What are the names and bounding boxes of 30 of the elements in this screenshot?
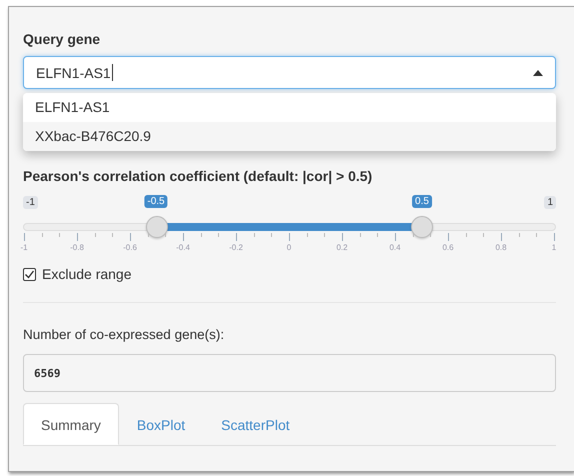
field-value: ELFN1-AS1	[36, 64, 111, 80]
field-label: Query gene	[23, 31, 102, 47]
dropdown-option[interactable]: XXbac-B476C20.9	[23, 122, 556, 151]
slider-handle[interactable]	[411, 216, 434, 238]
caret-up-icon	[533, 70, 543, 76]
tick-label: -1	[20, 243, 28, 252]
slider-label: Pearson's correlation coefficient (default: |cor| > 0.5)	[23, 168, 374, 184]
tick-label: -0.6	[123, 243, 137, 252]
dropdown-option[interactable]: ELFN1-AS1	[23, 93, 556, 122]
tick-label: 0.8	[495, 243, 507, 252]
output-label: Number of co-expressed gene(s):	[23, 327, 226, 342]
min-label: -1	[23, 196, 38, 209]
tick-label: -0.2	[229, 243, 243, 252]
handle-value-label: -0.5	[144, 195, 168, 208]
tick-label: -0.4	[176, 243, 190, 252]
tick-label: 1	[552, 243, 556, 252]
tick-label: 0.4	[389, 243, 401, 252]
tick-label: 0	[286, 243, 292, 252]
count-output: 6569	[23, 354, 556, 392]
slider-handle[interactable]	[146, 216, 168, 238]
gene-select-field[interactable]: ELFN1-AS1	[23, 56, 556, 89]
checkbox[interactable]	[23, 268, 36, 280]
tab[interactable]: Summary	[23, 403, 119, 445]
max-label: 1	[544, 196, 556, 209]
checkbox-label: Exclude range	[42, 266, 132, 282]
text-cursor	[112, 64, 113, 81]
tick-label: 0.2	[336, 243, 348, 252]
tick-label: -0.8	[70, 243, 84, 252]
handle-value-label: 0.5	[412, 195, 432, 208]
tick-label: 0.6	[442, 243, 454, 252]
